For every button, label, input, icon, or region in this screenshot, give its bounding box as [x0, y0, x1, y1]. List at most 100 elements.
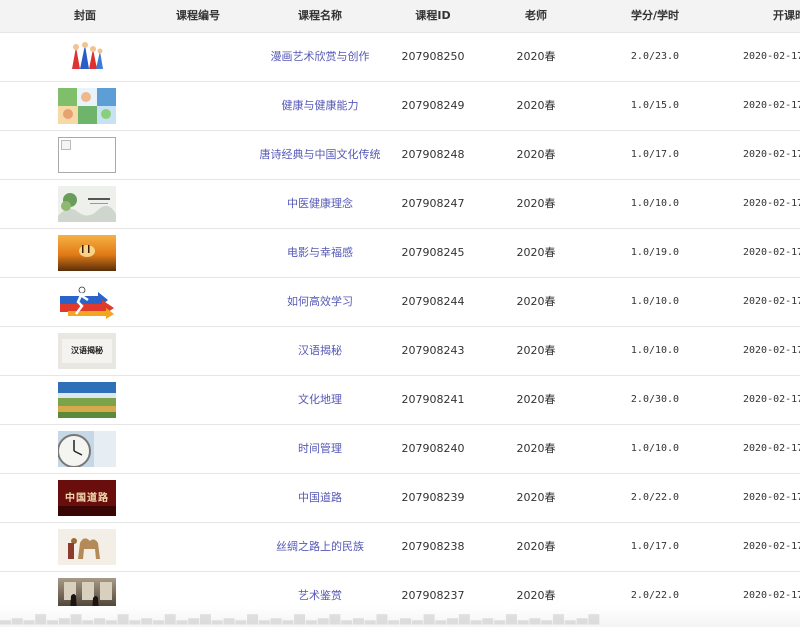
course-code-cell	[160, 33, 236, 81]
table-row[interactable]: 文化地理 207908241 2020春 2.0/30.0 2020-02-17 :	[0, 376, 800, 425]
teacher-cell: 2020春	[516, 491, 556, 504]
course-id-cell: 207908247	[401, 197, 465, 210]
course-name-link[interactable]: 如何高效学习	[287, 295, 353, 308]
header-course-name: 课程名称	[298, 9, 342, 22]
broken-image-icon[interactable]	[58, 137, 116, 173]
teacher-cell: 2020春	[516, 344, 556, 357]
course-cover-image[interactable]	[58, 431, 116, 467]
course-name-cell: 电影与幸福感	[240, 229, 400, 277]
start-time-cell: 2020-02-17 :	[743, 247, 800, 258]
credits-cell: 1.0/10.0	[630, 198, 680, 209]
course-cover-image[interactable]	[58, 88, 116, 124]
teacher-cell: 2020春	[516, 589, 556, 602]
course-code-cell	[160, 523, 236, 571]
course-name-link[interactable]: 汉语揭秘	[298, 344, 342, 357]
course-id-cell: 207908244	[401, 295, 465, 308]
credits-cell: 2.0/30.0	[630, 394, 680, 405]
credits-cell: 1.0/10.0	[630, 345, 680, 356]
table-row[interactable]: 漫画艺术欣赏与创作 207908250 2020春 2.0/23.0 2020-02-1…	[0, 33, 800, 82]
credits-cell: 2.0/22.0	[630, 590, 680, 601]
course-code-cell	[160, 327, 236, 375]
credits-cell: 2.0/23.0	[630, 51, 680, 62]
credits-cell: 1.0/19.0	[630, 247, 680, 258]
course-cover-image[interactable]: 中国道路	[58, 480, 116, 516]
course-id-cell: 207908239	[401, 491, 465, 504]
course-cover-image[interactable]	[58, 235, 116, 271]
start-time-cell: 2020-02-17 :	[743, 541, 800, 552]
table-row[interactable]: 时间管理 207908240 2020春 1.0/10.0 2020-02-17 :	[0, 425, 800, 474]
course-id-cell: 207908238	[401, 540, 465, 553]
course-name-cell: 中医健康理念	[240, 180, 400, 228]
teacher-cell: 2020春	[516, 99, 556, 112]
table-row[interactable]: 电影与幸福感 207908245 2020春 1.0/19.0 2020-02-17 :	[0, 229, 800, 278]
course-name-link[interactable]: 漫画艺术欣赏与创作	[271, 50, 370, 63]
course-name-link[interactable]: 文化地理	[298, 393, 342, 406]
course-name-link[interactable]: 中国道路	[298, 491, 342, 504]
course-name-cell: 健康与健康能力	[240, 82, 400, 130]
start-time-cell: 2020-02-17 :	[743, 198, 800, 209]
start-time-cell: 2020-02-17 :	[743, 149, 800, 160]
course-code-cell	[160, 131, 236, 179]
course-code-cell	[160, 376, 236, 424]
course-id-cell: 207908237	[401, 589, 465, 602]
start-time-cell: 2020-02-17 :	[743, 51, 800, 62]
table-row[interactable]: 中医健康理念 207908247 2020春 1.0/10.0 2020-02-17 :	[0, 180, 800, 229]
course-id-cell: 207908240	[401, 442, 465, 455]
course-name-cell: 艺术鉴赏	[240, 572, 400, 620]
course-name-cell: 文化地理	[240, 376, 400, 424]
course-name-cell: 丝绸之路上的民族	[240, 523, 400, 571]
header-teacher: 老师	[525, 9, 547, 22]
credits-cell: 1.0/17.0	[630, 149, 680, 160]
course-cover-image[interactable]	[58, 186, 116, 222]
header-credits: 学分/学时	[630, 9, 680, 22]
teacher-cell: 2020春	[516, 295, 556, 308]
course-name-link[interactable]: 丝绸之路上的民族	[276, 540, 364, 553]
course-name-cell: 漫画艺术欣赏与创作	[240, 33, 400, 81]
course-code-cell	[160, 229, 236, 277]
credits-cell: 1.0/10.0	[630, 443, 680, 454]
table-row[interactable]: 如何高效学习 207908244 2020春 1.0/10.0 2020-02-17 :	[0, 278, 800, 327]
course-name-link[interactable]: 电影与幸福感	[287, 246, 353, 259]
course-cover-image[interactable]	[58, 284, 116, 320]
course-code-cell	[160, 82, 236, 130]
course-name-link[interactable]: 艺术鉴赏	[298, 589, 342, 602]
teacher-cell: 2020春	[516, 50, 556, 63]
course-cover-image[interactable]	[58, 529, 116, 565]
course-cover-image[interactable]	[58, 382, 116, 418]
header-cover: 封面	[74, 9, 96, 22]
course-id-cell: 207908248	[401, 148, 465, 161]
course-name-link[interactable]: 唐诗经典与中国文化传统	[260, 148, 381, 161]
course-code-cell	[160, 572, 236, 620]
header-course-code: 课程编号	[176, 9, 220, 22]
table-row[interactable]: 艺术鉴赏 207908237 2020春 2.0/22.0 2020-02-17 :	[0, 572, 800, 621]
teacher-cell: 2020春	[516, 246, 556, 259]
cover-title-text: 汉语揭秘	[71, 345, 103, 355]
course-name-cell: 汉语揭秘	[240, 327, 400, 375]
course-id-cell: 207908241	[401, 393, 465, 406]
table-row[interactable]: 唐诗经典与中国文化传统 207908248 2020春 1.0/17.0 2020-02…	[0, 131, 800, 180]
teacher-cell: 2020春	[516, 393, 556, 406]
teacher-cell: 2020春	[516, 197, 556, 210]
table-row[interactable]: 中国道路 中国道路 207908239 2020春 2.0/22.0 2020-02-17…	[0, 474, 800, 523]
course-code-cell	[160, 278, 236, 326]
start-time-cell: 2020-02-17 :	[743, 100, 800, 111]
course-name-cell: 中国道路	[240, 474, 400, 522]
course-code-cell	[160, 180, 236, 228]
table-row[interactable]: 汉语揭秘 汉语揭秘 207908243 2020春 1.0/10.0 2020-02-17…	[0, 327, 800, 376]
course-id-cell: 207908250	[401, 50, 465, 63]
table-header: 封面 课程编号 课程名称 课程ID 老师 学分/学时 开课时	[0, 0, 800, 33]
table-row[interactable]: 健康与健康能力 207908249 2020春 1.0/15.0 2020-02-17 …	[0, 82, 800, 131]
start-time-cell: 2020-02-17 :	[743, 590, 800, 601]
course-code-cell	[160, 425, 236, 473]
table-row[interactable]: 丝绸之路上的民族 207908238 2020春 1.0/17.0 2020-02-17…	[0, 523, 800, 572]
course-name-link[interactable]: 健康与健康能力	[282, 99, 359, 112]
course-name-link[interactable]: 时间管理	[298, 442, 342, 455]
credits-cell: 1.0/10.0	[630, 296, 680, 307]
course-cover-image[interactable]: 汉语揭秘	[58, 333, 116, 369]
teacher-cell: 2020春	[516, 540, 556, 553]
start-time-cell: 2020-02-17 :	[743, 443, 800, 454]
course-name-link[interactable]: 中医健康理念	[287, 197, 353, 210]
course-cover-image[interactable]	[58, 578, 116, 614]
course-cover-image[interactable]	[58, 39, 116, 75]
start-time-cell: 2020-02-17 :	[743, 492, 800, 503]
